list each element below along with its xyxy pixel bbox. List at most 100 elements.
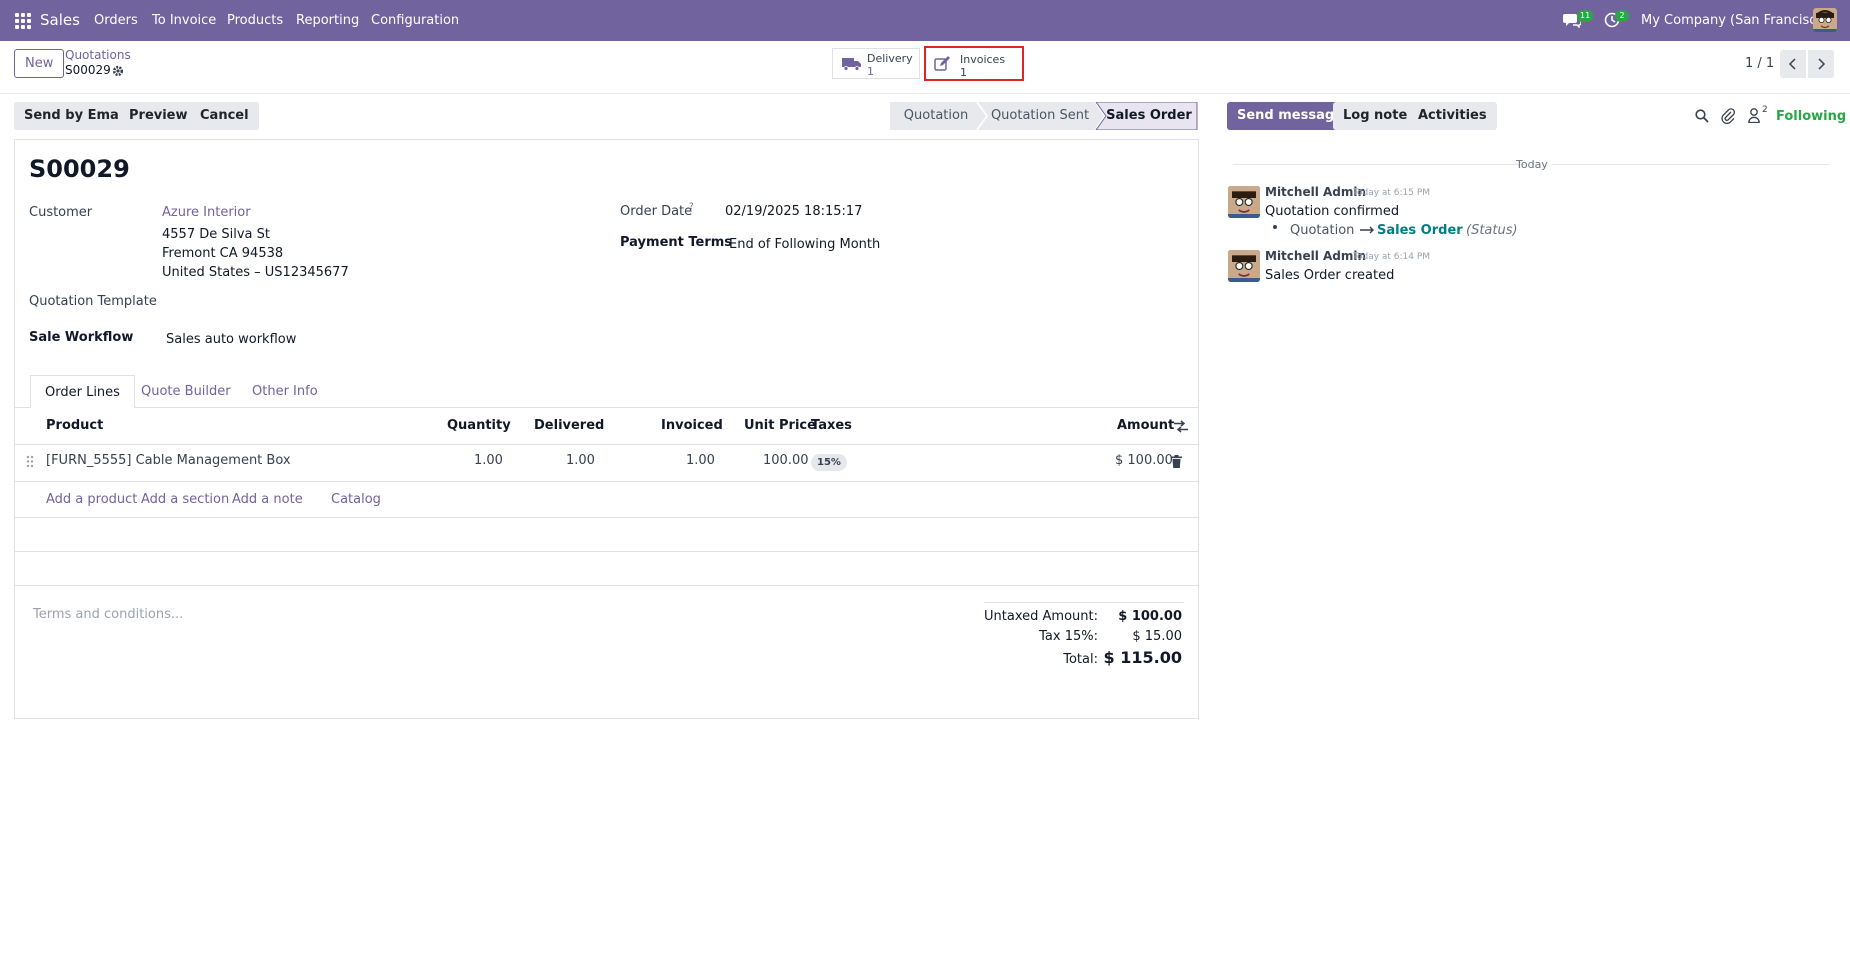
- delivery-label: Delivery: [867, 52, 913, 65]
- search-icon[interactable]: [1695, 109, 1709, 123]
- col-product[interactable]: Product: [46, 418, 103, 433]
- payment-terms-field[interactable]: End of Following Month: [729, 237, 880, 252]
- app-name[interactable]: Sales: [40, 0, 80, 41]
- col-taxes[interactable]: Taxes: [811, 418, 852, 433]
- pager-value[interactable]: 1 / 1: [1745, 56, 1774, 71]
- status-quotation-sent[interactable]: Quotation Sent: [985, 102, 1095, 130]
- add-product-link[interactable]: Add a product: [46, 492, 137, 507]
- optional-columns-icon[interactable]: [1174, 420, 1188, 433]
- row-product[interactable]: [FURN_5555] Cable Management Box: [46, 453, 291, 468]
- user-avatar[interactable]: [1813, 8, 1837, 32]
- message-time: Today at 6:14 PM: [1353, 252, 1431, 262]
- row-amount: $ 100.00: [1115, 453, 1173, 468]
- pager-next-button[interactable]: [1808, 50, 1834, 78]
- col-unit-price[interactable]: Unit Price: [744, 418, 816, 433]
- address-line3: United States – US12345677: [162, 265, 349, 280]
- message-avatar[interactable]: [1228, 186, 1260, 218]
- menu-reporting[interactable]: Reporting: [296, 0, 359, 41]
- delivery-smart-button[interactable]: Delivery 1: [832, 48, 920, 79]
- add-note-link[interactable]: Add a note: [232, 492, 303, 507]
- row-tax-badge[interactable]: 15%: [811, 454, 847, 471]
- paperclip-icon[interactable]: [1721, 108, 1735, 124]
- row-divider: [14, 481, 1199, 482]
- total-label: Total:: [1063, 652, 1098, 667]
- message-body: Sales Order created: [1265, 268, 1395, 283]
- messages-badge: 11: [1577, 10, 1594, 22]
- sale-workflow-field[interactable]: Sales auto workflow: [166, 332, 296, 347]
- message-time: Today at 6:15 PM: [1353, 188, 1431, 198]
- row-unit-price[interactable]: 100.00: [763, 453, 809, 468]
- tab-order-lines[interactable]: Order Lines: [30, 375, 135, 408]
- row-quantity[interactable]: 1.00: [474, 453, 503, 468]
- catalog-link[interactable]: Catalog: [331, 492, 381, 507]
- invoices-smart-button[interactable]: Invoices 1: [924, 46, 1024, 81]
- add-section-link[interactable]: Add a section: [141, 492, 229, 507]
- empty-row-divider-1: [14, 551, 1199, 552]
- tracking-old-value: Quotation: [1290, 223, 1355, 238]
- col-delivered[interactable]: Delivered: [534, 418, 604, 433]
- menu-configuration[interactable]: Configuration: [371, 0, 459, 41]
- col-amount[interactable]: Amount: [1117, 418, 1174, 433]
- col-invoiced[interactable]: Invoiced: [661, 418, 723, 433]
- top-navbar: Sales Orders To Invoice Products Reporti…: [0, 0, 1850, 41]
- menu-to-invoice[interactable]: To Invoice: [152, 0, 216, 41]
- row-invoiced: 1.00: [686, 453, 715, 468]
- tracking-bullet: [1273, 225, 1277, 229]
- order-title: S00029: [29, 155, 130, 183]
- menu-orders[interactable]: Orders: [94, 0, 138, 41]
- preview-button[interactable]: Preview: [119, 102, 198, 130]
- tab-quote-builder[interactable]: Quote Builder: [127, 375, 245, 408]
- apps-menu-icon[interactable]: [15, 13, 31, 29]
- breadcrumb-quotations[interactable]: Quotations: [65, 48, 131, 62]
- address-line2: Fremont CA 94538: [162, 246, 284, 261]
- truck-icon: [842, 58, 861, 71]
- status-quotation[interactable]: Quotation: [896, 102, 976, 130]
- menu-products[interactable]: Products: [227, 0, 283, 41]
- tracking-new-value: Sales Order: [1377, 223, 1463, 238]
- new-button[interactable]: New: [14, 49, 65, 78]
- message-body: Quotation confirmed: [1265, 204, 1400, 219]
- message-author[interactable]: Mitchell Admin: [1265, 249, 1366, 263]
- add-row-divider: [14, 517, 1199, 518]
- gear-icon[interactable]: [112, 65, 124, 77]
- quotation-template-label: Quotation Template: [29, 294, 157, 309]
- followers-count: 2: [1762, 105, 1768, 115]
- company-switcher[interactable]: My Company (San Francisco): [1641, 0, 1829, 41]
- tab-other-info[interactable]: Other Info: [238, 375, 332, 408]
- delete-trash-icon[interactable]: [1171, 455, 1182, 468]
- invoices-label: Invoices: [960, 53, 1006, 66]
- sale-workflow-label: Sale Workflow: [29, 330, 134, 345]
- terms-conditions-field[interactable]: Terms and conditions...: [33, 607, 183, 622]
- order-date-help[interactable]: ?: [689, 202, 694, 212]
- empty-row-divider-2: [14, 585, 1199, 586]
- drag-handle-icon[interactable]: [26, 455, 34, 468]
- following-button[interactable]: Following: [1776, 109, 1846, 124]
- tax-value: $ 15.00: [1132, 629, 1182, 644]
- message-author[interactable]: Mitchell Admin: [1265, 185, 1366, 199]
- address-line1: 4557 De Silva St: [162, 227, 270, 242]
- activities-button[interactable]: Activities: [1408, 102, 1497, 130]
- customer-link[interactable]: Azure Interior: [162, 205, 251, 220]
- pager-previous-button[interactable]: [1780, 50, 1806, 78]
- activities-badge: 2: [1615, 10, 1629, 22]
- untaxed-amount-label: Untaxed Amount:: [984, 609, 1098, 624]
- row-delivered[interactable]: 1.00: [566, 453, 595, 468]
- log-note-button[interactable]: Log note: [1333, 102, 1418, 130]
- tracking-field: (Status): [1466, 223, 1518, 238]
- order-date-field[interactable]: 02/19/2025 18:15:17: [725, 204, 862, 219]
- status-sales-order[interactable]: Sales Order: [1104, 102, 1194, 130]
- tax-label: Tax 15%:: [1039, 629, 1098, 644]
- pencil-square-icon: [934, 56, 950, 71]
- chevron-right-icon: [1818, 58, 1826, 70]
- arrow-right-icon: [1360, 226, 1374, 234]
- date-separator-line-left: [1233, 164, 1524, 165]
- followers-icon[interactable]: [1748, 108, 1760, 123]
- message-avatar[interactable]: [1228, 250, 1260, 282]
- total-value: $ 115.00: [1103, 648, 1182, 667]
- user-avatar-icon: [1813, 8, 1837, 32]
- date-separator-line-right: [1552, 164, 1830, 165]
- totals-divider: [984, 602, 1184, 603]
- col-quantity[interactable]: Quantity: [447, 418, 511, 433]
- chevron-left-icon: [1788, 58, 1796, 70]
- cancel-button[interactable]: Cancel: [190, 102, 259, 130]
